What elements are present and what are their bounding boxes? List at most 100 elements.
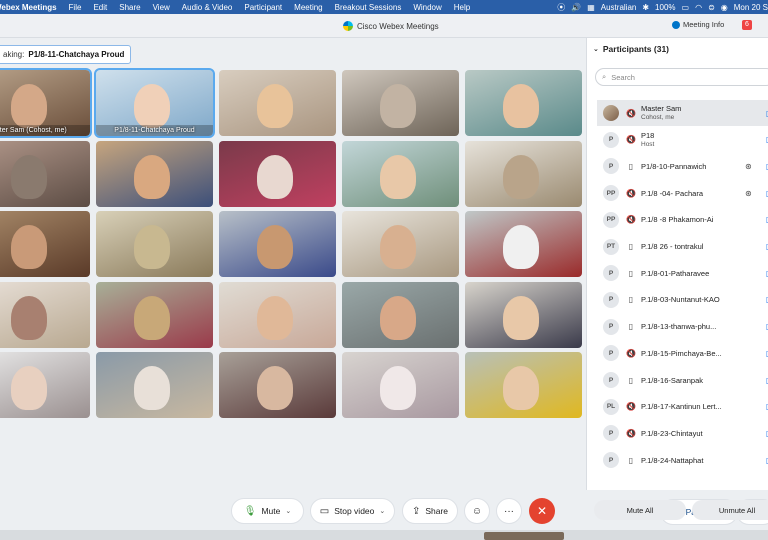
participant-name-block: P.1/8 -04- Pachara — [641, 189, 703, 198]
menu-window[interactable]: Window — [407, 3, 447, 12]
video-tile[interactable] — [96, 211, 213, 277]
info-icon — [672, 20, 680, 29]
chevron-down-icon[interactable]: ⌄ — [285, 507, 291, 515]
video-tile[interactable] — [465, 211, 582, 277]
participant-row[interactable]: P🔇P.1/8-15-Pimchaya-Be...▯ — [597, 340, 768, 366]
mute-button[interactable]: 🎙 Mute ⌄ — [231, 498, 304, 524]
participants-search-input[interactable]: ⌕ Search — [595, 68, 768, 86]
menu-view[interactable]: View — [147, 3, 176, 12]
webex-tray-icon[interactable]: ◉ — [721, 3, 728, 12]
video-tile[interactable] — [219, 141, 336, 207]
video-tile[interactable] — [0, 141, 90, 207]
video-tile[interactable] — [0, 282, 90, 348]
video-tile[interactable] — [96, 282, 213, 348]
participant-row[interactable]: P▯P1/8-10-Pannawich⊛▯ — [597, 153, 768, 179]
participant-video-figure — [257, 296, 293, 340]
avatar: P — [603, 131, 619, 148]
participant-name: P1/8-10-Pannawich — [641, 161, 707, 171]
control-center-icon[interactable]: ⊜ — [708, 3, 715, 12]
participant-name: P.1/8-01-Patharavee — [641, 268, 710, 278]
volume-icon[interactable]: 🔊 — [571, 3, 581, 12]
participant-row[interactable]: PP🔇P.1/8 -04- Pachara⊛▯ — [597, 180, 768, 206]
screen-record-icon[interactable]: ⦿ — [557, 2, 565, 13]
participant-row[interactable]: P▯P.1/8-03-Nuntanut-KAO▯ — [597, 287, 768, 313]
leave-meeting-button[interactable]: ✕ — [529, 498, 555, 524]
participant-video-figure — [257, 366, 293, 410]
participant-row[interactable]: PP🔇P.1/8 -8 Phakamon-Ai▯ — [597, 207, 768, 233]
video-tile[interactable] — [219, 211, 336, 277]
video-tile[interactable] — [219, 282, 336, 348]
avatar: P — [603, 158, 619, 175]
video-tile[interactable] — [96, 352, 213, 418]
unmute-all-button[interactable]: Unmute All — [692, 500, 768, 520]
participant-name: P.1/8 26 - tontrakul — [641, 242, 704, 251]
participant-row[interactable]: P▯P.1/8-13-thanwa-phu...▯ — [597, 314, 768, 340]
participant-row[interactable]: 🔇Master SamCohost, me▯ — [597, 100, 768, 126]
participant-video-figure — [134, 155, 170, 199]
participant-row[interactable]: PT▯P.1/8 26 - tontrakul▯ — [597, 234, 768, 260]
video-tile[interactable] — [465, 282, 582, 348]
window-title-text: Cisco Webex Meetings — [357, 21, 439, 31]
mute-all-button[interactable]: Mute All — [594, 500, 686, 520]
video-tile[interactable] — [342, 211, 459, 277]
menu-breakout-sessions[interactable]: Breakout Sessions — [329, 3, 408, 12]
share-label: Share — [425, 506, 449, 516]
wifi-icon[interactable]: ◠ — [695, 3, 702, 12]
video-tile[interactable] — [465, 352, 582, 418]
video-tile[interactable] — [465, 70, 582, 136]
avatar: P — [603, 265, 619, 282]
video-tile[interactable] — [342, 70, 459, 136]
window-title: Cisco Webex Meetings — [343, 21, 439, 31]
participant-video-figure — [134, 366, 170, 410]
menu-meeting[interactable]: Meeting — [288, 3, 328, 12]
participant-row[interactable]: PL🔇P.1/8-17-Kantinun Lert...▯ — [597, 394, 768, 420]
meeting-info-button[interactable]: Meeting Info — [672, 20, 724, 29]
notification-badge[interactable]: 6 — [742, 20, 752, 30]
video-tile[interactable] — [0, 211, 90, 277]
stop-video-button[interactable]: ▭ Stop video ⌄ — [310, 498, 395, 524]
participant-name: P18 — [641, 130, 655, 140]
menu-participant[interactable]: Participant — [238, 3, 288, 12]
share-button[interactable]: ⇪ Share — [402, 498, 458, 524]
chevron-down-icon[interactable]: ⌄ — [379, 507, 385, 515]
video-tile[interactable] — [219, 70, 336, 136]
video-tile[interactable]: ster Sam (Cohost, me) — [0, 68, 92, 138]
video-tile[interactable] — [96, 141, 213, 207]
device-status-icon: ▯ — [628, 161, 634, 171]
reactions-button[interactable]: ☺ — [464, 498, 490, 524]
chevron-down-icon[interactable]: ⌄ — [593, 45, 599, 53]
battery-icon[interactable]: ▭ — [682, 3, 690, 12]
video-tile[interactable] — [342, 141, 459, 207]
participant-row[interactable]: P▯P.1/8-16-Saranpak▯ — [597, 367, 768, 393]
menu-file[interactable]: File — [63, 3, 88, 12]
clock[interactable]: Mon 20 S — [734, 3, 768, 12]
video-tile[interactable] — [342, 352, 459, 418]
avatar: P — [603, 291, 619, 308]
meeting-info-label: Meeting Info — [683, 20, 725, 29]
participant-row[interactable]: P🔇P.1/8-23-Chintayut▯ — [597, 420, 768, 446]
menu-audio-video[interactable]: Audio & Video — [176, 3, 239, 12]
app-menu[interactable]: Webex Meetings — [0, 3, 63, 12]
menu-edit[interactable]: Edit — [87, 3, 113, 12]
video-tile[interactable] — [342, 282, 459, 348]
input-source[interactable]: Australian — [601, 3, 637, 12]
video-tile[interactable] — [465, 141, 582, 207]
bluetooth-icon[interactable]: ✱ — [642, 3, 649, 12]
participant-name-block: P1/8-10-Pannawich — [641, 162, 706, 171]
close-icon: ✕ — [536, 504, 548, 518]
mute-label: Mute — [261, 506, 281, 516]
video-tile[interactable] — [0, 352, 90, 418]
participant-video-figure — [503, 155, 539, 199]
video-tile[interactable] — [219, 352, 336, 418]
participant-row[interactable]: P🔇P18Host▯ — [597, 127, 768, 153]
participants-header[interactable]: ⌄ Participants (31) — [593, 44, 669, 54]
participant-video-figure — [503, 296, 539, 340]
device-status-icon: 🔇 — [626, 402, 636, 412]
participant-row[interactable]: P▯P.1/8-24-Nattaphat▯ — [597, 447, 768, 473]
more-options-button[interactable]: ··· — [496, 498, 522, 524]
participant-row[interactable]: P▯P.1/8-01-Patharavee▯ — [597, 260, 768, 286]
menu-share[interactable]: Share — [113, 3, 146, 12]
menu-help[interactable]: Help — [448, 3, 476, 12]
video-tile[interactable]: P1/8-11-Chatchaya Proud — [94, 68, 215, 138]
participant-video-figure — [380, 155, 416, 199]
